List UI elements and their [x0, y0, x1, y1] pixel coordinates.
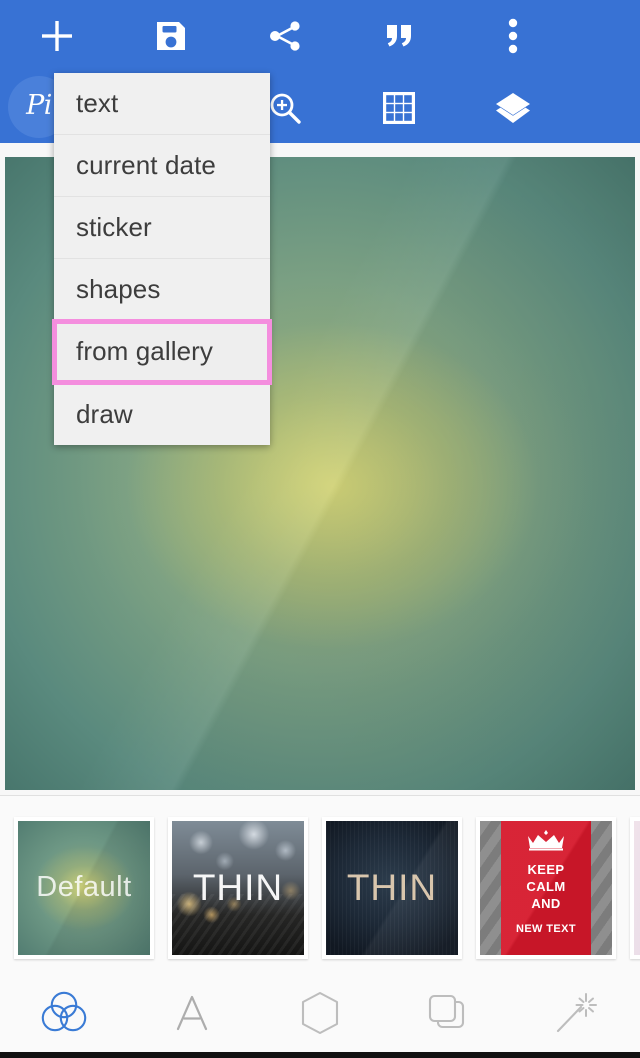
footer-bar [0, 1052, 640, 1058]
keep-calm-footer-text: NEW TEXT [515, 922, 577, 935]
thumbnail-preview: THIN [172, 820, 304, 955]
plus-icon [37, 16, 77, 56]
keep-calm-line-3: AND [531, 895, 561, 911]
thumbnail-preview: KEEP CALM AND NEW TEXT [480, 820, 612, 955]
crown-icon [525, 829, 567, 856]
save-button[interactable] [114, 0, 228, 71]
add-button[interactable] [0, 0, 114, 71]
add-element-dropdown-menu[interactable]: text current date sticker shapes from ga… [52, 73, 272, 445]
thumbnail-item-navy[interactable]: THIN [322, 816, 462, 959]
thumbnail-preview [634, 820, 640, 955]
quote-icon [382, 19, 416, 53]
thumbnail-item-pale[interactable] [630, 816, 640, 959]
menu-item-current-date[interactable]: current date [54, 135, 270, 197]
tab-effects[interactable] [512, 978, 640, 1052]
grid-3x3-icon [381, 90, 417, 126]
menu-item-shapes[interactable]: shapes [54, 259, 270, 321]
tab-shapes[interactable] [256, 978, 384, 1052]
layers-button[interactable] [456, 72, 570, 143]
thumbnail-item-keep-calm[interactable]: KEEP CALM AND NEW TEXT [476, 816, 616, 959]
venn-circles-icon [39, 990, 89, 1041]
three-dots-vertical-icon [507, 17, 519, 55]
menu-item-from-gallery[interactable]: from gallery [52, 319, 272, 385]
letter-a-icon [170, 991, 214, 1040]
thumbnail-label: THIN [346, 866, 438, 908]
hexagon-icon [298, 990, 342, 1041]
menu-item-draw[interactable]: draw [54, 383, 270, 445]
layers-icon [494, 91, 532, 125]
thumbnail-item-bokeh[interactable]: THIN [168, 816, 308, 959]
floppy-disk-icon [153, 18, 189, 54]
bottom-navigation-bar [0, 978, 640, 1052]
tab-layers[interactable] [384, 978, 512, 1052]
magic-wand-icon [553, 990, 599, 1041]
tab-text[interactable] [128, 978, 256, 1052]
menu-item-sticker[interactable]: sticker [54, 197, 270, 259]
template-thumbnail-strip[interactable]: Default THIN THIN KEEP CALM AND NEW TEXT [0, 795, 640, 980]
thumbnail-label: Default [36, 871, 132, 903]
magnifier-plus-icon [266, 89, 304, 127]
thumbnail-label: THIN [192, 866, 284, 908]
keep-calm-line-2: CALM [526, 878, 566, 894]
keep-calm-line-1: KEEP [527, 861, 565, 877]
menu-item-text[interactable]: text [54, 73, 270, 135]
copy-layers-icon [425, 990, 471, 1041]
thumbnail-preview: Default [18, 820, 150, 955]
thumbnail-item-default[interactable]: Default [14, 816, 154, 959]
toolbar-row-primary [0, 0, 640, 71]
tab-backgrounds[interactable] [0, 978, 128, 1052]
grid-button[interactable] [342, 72, 456, 143]
overflow-menu-button[interactable] [456, 0, 570, 71]
thumbnail-preview: THIN [326, 820, 458, 955]
keep-calm-poster: KEEP CALM AND NEW TEXT [501, 820, 591, 955]
share-button[interactable] [228, 0, 342, 71]
share-icon [266, 17, 304, 55]
brand-logo-label: Pi [26, 90, 52, 121]
quote-button[interactable] [342, 0, 456, 71]
